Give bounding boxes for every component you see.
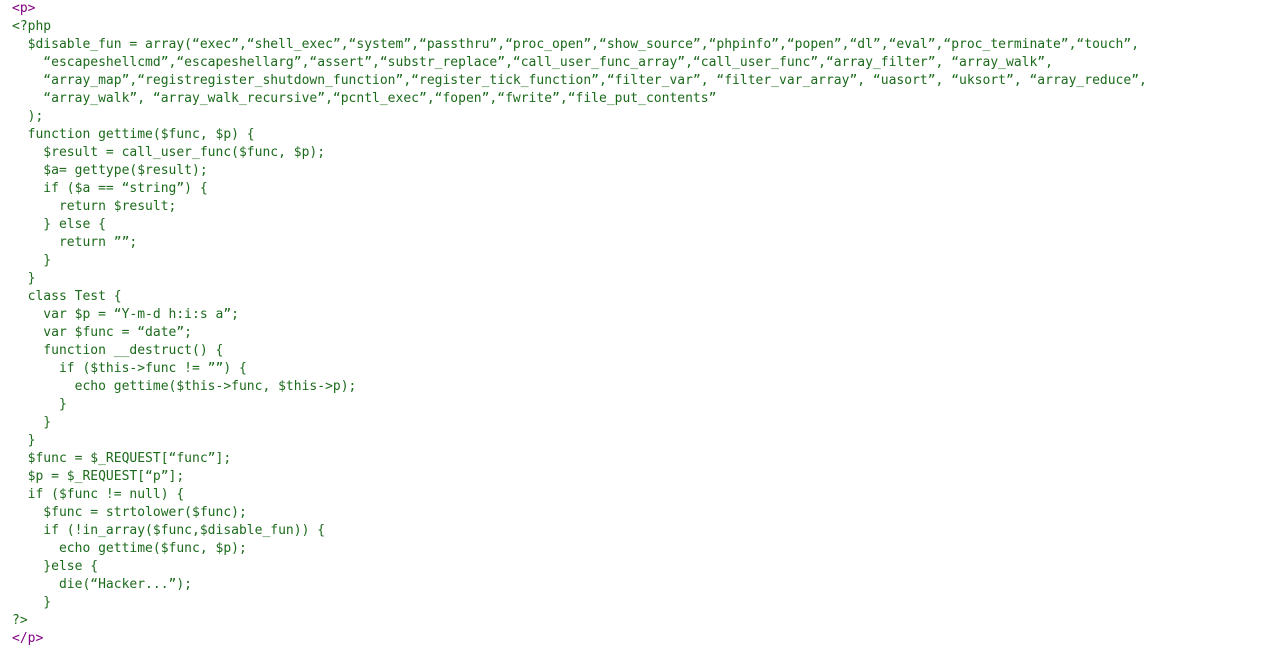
php-code-listing: <p> <?php $disable_fun = array(“exec”,“s…	[0, 0, 1262, 648]
code-line: echo gettime($this->func, $this->p);	[12, 379, 357, 394]
code-line: die(“Hacker...”);	[12, 577, 193, 592]
code-line: if ($a == “string”) {	[12, 181, 208, 196]
code-line: return ””;	[12, 235, 138, 250]
code-line: function gettime($func, $p) {	[12, 127, 255, 142]
code-line: class Test {	[12, 289, 122, 304]
code-line: echo gettime($func, $p);	[12, 541, 247, 556]
code-line: “escapeshellcmd”,“escapeshellarg”,“asser…	[12, 55, 1053, 70]
code-line: );	[12, 109, 44, 124]
code-line: } else {	[12, 217, 106, 232]
code-line: }	[12, 433, 36, 448]
html-close-paragraph-tag: </p>	[12, 631, 44, 646]
code-line: var $func = “date”;	[12, 325, 193, 340]
code-line: if (!in_array($func,$disable_fun)) {	[12, 523, 326, 538]
code-line: “array_map”,“registregister_shutdown_fun…	[12, 73, 1147, 88]
code-line: }	[12, 253, 52, 268]
code-line: var $p = “Y-m-d h:i:s a”;	[12, 307, 239, 322]
html-open-paragraph-tag: <p>	[12, 1, 36, 16]
code-line: $func = strtolower($func);	[12, 505, 247, 520]
code-line: $disable_fun = array(“exec”,“shell_exec”…	[12, 37, 1140, 52]
code-line: “array_walk”, “array_walk_recursive”,“pc…	[12, 91, 717, 106]
code-line: function __destruct() {	[12, 343, 224, 358]
code-line: $result = call_user_func($func, $p);	[12, 145, 326, 160]
code-line: }	[12, 415, 52, 430]
code-line: $a= gettype($result);	[12, 163, 208, 178]
code-line: $p = $_REQUEST[“p”];	[12, 469, 185, 484]
code-line: return $result;	[12, 199, 177, 214]
code-line: }else {	[12, 559, 99, 574]
code-line: }	[12, 271, 36, 286]
code-line: if ($func != null) {	[12, 487, 185, 502]
code-line: $func = $_REQUEST[“func”];	[12, 451, 232, 466]
php-open-tag: <?php	[12, 19, 52, 34]
php-close-tag: ?>	[12, 613, 28, 628]
code-line: }	[12, 397, 67, 412]
code-line: if ($this->func != ””) {	[12, 361, 247, 376]
code-line: }	[12, 595, 52, 610]
